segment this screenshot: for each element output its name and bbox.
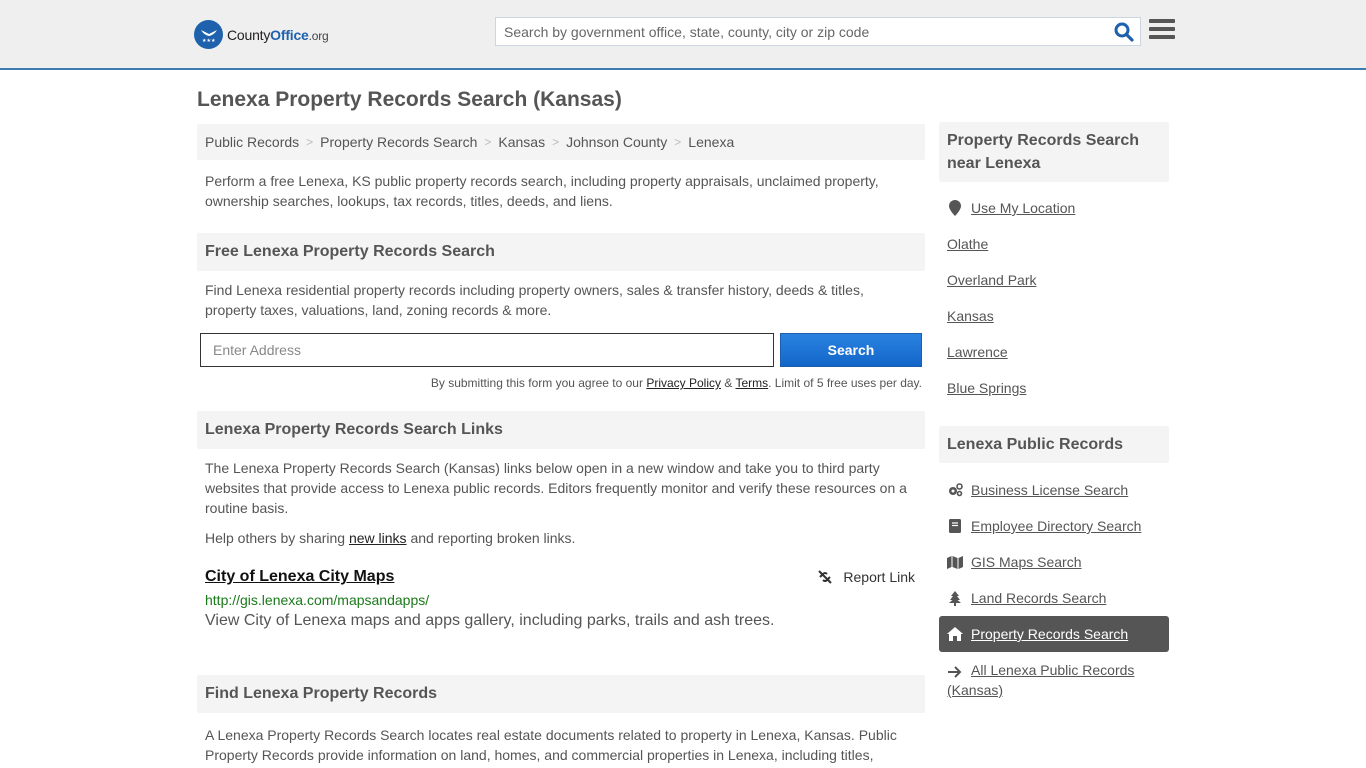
intro-text: Perform a free Lenexa, KS public propert…: [205, 173, 879, 209]
nearby-list: Use My Location Olathe Overland Park Kan…: [939, 190, 1169, 406]
report-link-button[interactable]: Report Link: [817, 569, 917, 585]
nearby-item[interactable]: Olathe: [939, 226, 1169, 262]
breadcrumb-separator: >: [674, 135, 682, 149]
tree-icon: [947, 590, 963, 606]
svg-text:★★★: ★★★: [202, 38, 216, 44]
book-icon: [947, 518, 963, 534]
hamburger-menu-icon[interactable]: [1149, 19, 1175, 41]
home-icon: [947, 626, 963, 642]
nearby-item[interactable]: Lawrence: [939, 334, 1169, 370]
use-my-location-link[interactable]: Use My Location: [971, 200, 1075, 216]
terms-link[interactable]: Terms: [735, 376, 768, 390]
land-records-search-link[interactable]: Land Records Search: [971, 590, 1106, 606]
help-prefix: Help others by sharing: [205, 530, 349, 546]
public-records-item[interactable]: Business License Search: [939, 472, 1169, 508]
breadcrumb-separator: >: [552, 135, 560, 149]
help-suffix: and reporting broken links.: [406, 530, 576, 546]
breadcrumb-johnson-county[interactable]: Johnson County: [566, 134, 667, 150]
nearby-heading: Property Records Search near Lenexa: [939, 122, 1169, 182]
nearby-link-lawrence[interactable]: Lawrence: [947, 344, 1008, 360]
arrow-right-icon: [947, 664, 963, 680]
eagle-logo-icon: ★★★: [194, 20, 223, 49]
map-icon: [947, 554, 963, 570]
public-records-item[interactable]: GIS Maps Search: [939, 544, 1169, 580]
resource-link-description: View City of Lenexa maps and apps galler…: [205, 612, 775, 629]
form-disclaimer: By submitting this form you agree to our…: [197, 376, 925, 390]
all-public-records-link[interactable]: All Lenexa Public Records (Kansas): [947, 662, 1134, 698]
report-link-label: Report Link: [843, 569, 915, 585]
address-search-form: Search: [197, 333, 925, 367]
breadcrumb-separator: >: [306, 135, 314, 149]
links-help-text: Help others by sharing new links and rep…: [197, 528, 925, 548]
gis-maps-search-link[interactable]: GIS Maps Search: [971, 554, 1082, 570]
nearby-item[interactable]: Kansas: [939, 298, 1169, 334]
new-links-link[interactable]: new links: [349, 530, 407, 546]
resource-link-title[interactable]: City of Lenexa City Maps: [205, 568, 394, 586]
top-header: ★★★ CountyOffice.org: [0, 0, 1366, 70]
gears-icon: [947, 482, 963, 498]
logo-text: CountyOffice.org: [227, 26, 329, 43]
breadcrumb-kansas[interactable]: Kansas: [498, 134, 545, 150]
employee-directory-search-link[interactable]: Employee Directory Search: [971, 518, 1141, 534]
public-records-list: Business License Search Employee Directo…: [939, 472, 1169, 700]
privacy-policy-link[interactable]: Privacy Policy: [646, 376, 721, 390]
resource-link-url: http://gis.lenexa.com/mapsandapps/: [205, 592, 430, 608]
breadcrumb: Public Records > Property Records Search >…: [197, 124, 925, 160]
breadcrumb-separator: >: [484, 135, 492, 149]
find-section-heading: Find Lenexa Property Records: [197, 675, 925, 713]
main-content: Public Records > Property Records Search >…: [197, 124, 925, 765]
public-records-heading: Lenexa Public Records: [939, 426, 1169, 463]
address-search-button[interactable]: Search: [780, 333, 922, 367]
property-records-search-link[interactable]: Property Records Search: [971, 626, 1128, 642]
find-section-description: A Lenexa Property Records Search locates…: [205, 727, 897, 763]
site-search: [495, 17, 1141, 46]
public-records-item[interactable]: Employee Directory Search: [939, 508, 1169, 544]
nearby-link-kansas[interactable]: Kansas: [947, 308, 994, 324]
breadcrumb-public-records[interactable]: Public Records: [205, 134, 299, 150]
site-search-input[interactable]: [496, 18, 1096, 45]
nearby-link-overland-park[interactable]: Overland Park: [947, 272, 1036, 288]
disclaimer-suffix: . Limit of 5 free uses per day.: [768, 376, 922, 390]
sidebar: Property Records Search near Lenexa Use …: [939, 122, 1169, 700]
nearby-link-blue-springs[interactable]: Blue Springs: [947, 380, 1026, 396]
public-records-item[interactable]: Land Records Search: [939, 580, 1169, 616]
nearby-item[interactable]: Blue Springs: [939, 370, 1169, 406]
search-icon[interactable]: [1114, 22, 1134, 42]
use-my-location-item[interactable]: Use My Location: [939, 190, 1169, 226]
links-section-heading: Lenexa Property Records Search Links: [197, 411, 925, 449]
breadcrumb-property-records-search[interactable]: Property Records Search: [320, 134, 477, 150]
nearby-item[interactable]: Overland Park: [939, 262, 1169, 298]
resource-link-item: City of Lenexa City Maps Report Link htt…: [197, 568, 925, 630]
breadcrumb-lenexa[interactable]: Lenexa: [688, 134, 734, 150]
address-input[interactable]: [200, 333, 774, 367]
map-marker-icon: [947, 200, 963, 216]
public-records-item-active[interactable]: Property Records Search: [939, 616, 1169, 652]
business-license-search-link[interactable]: Business License Search: [971, 482, 1128, 498]
all-public-records-item[interactable]: All Lenexa Public Records (Kansas): [939, 652, 1169, 700]
page-title: Lenexa Property Records Search (Kansas): [197, 88, 622, 111]
free-search-description: Find Lenexa residential property records…: [205, 282, 864, 318]
disclaimer-amp: &: [721, 376, 736, 390]
broken-link-icon: [818, 570, 833, 584]
site-logo[interactable]: ★★★ CountyOffice.org: [194, 20, 329, 49]
links-section-description: The Lenexa Property Records Search (Kans…: [205, 460, 907, 516]
free-search-heading: Free Lenexa Property Records Search: [197, 233, 925, 271]
disclaimer-prefix: By submitting this form you agree to our: [430, 376, 647, 390]
nearby-link-olathe[interactable]: Olathe: [947, 236, 988, 252]
